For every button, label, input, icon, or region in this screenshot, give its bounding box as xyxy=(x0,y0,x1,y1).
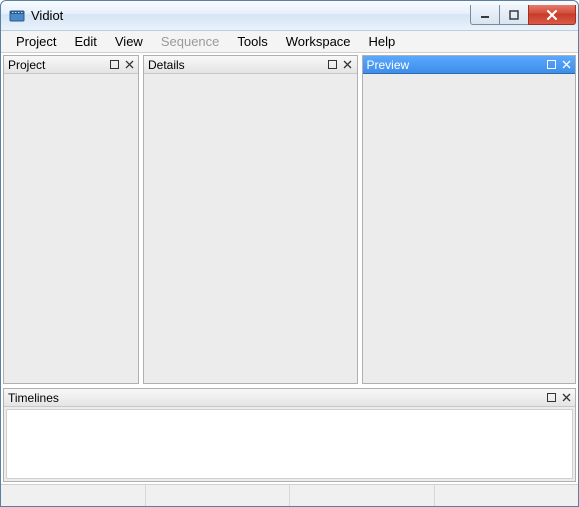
status-cell xyxy=(1,485,145,506)
statusbar xyxy=(1,484,578,506)
project-panel-title: Project xyxy=(8,58,106,72)
close-panel-icon[interactable] xyxy=(559,391,573,405)
workspace: Project Details Preview xyxy=(1,53,578,484)
details-panel-title: Details xyxy=(148,58,325,72)
details-panel-body xyxy=(144,74,357,383)
details-panel: Details xyxy=(143,55,358,384)
preview-panel-body xyxy=(363,74,576,383)
status-cell xyxy=(145,485,290,506)
menu-help[interactable]: Help xyxy=(360,32,405,51)
preview-panel: Preview xyxy=(362,55,577,384)
app-icon xyxy=(9,8,25,24)
window-controls xyxy=(471,5,576,25)
status-cell xyxy=(289,485,434,506)
project-panel-header[interactable]: Project xyxy=(4,56,138,74)
menu-view[interactable]: View xyxy=(106,32,152,51)
menu-tools[interactable]: Tools xyxy=(228,32,276,51)
maximize-panel-icon[interactable] xyxy=(326,58,340,72)
status-cell xyxy=(434,485,579,506)
menu-project[interactable]: Project xyxy=(7,32,65,51)
project-panel-body xyxy=(4,74,138,383)
preview-panel-header[interactable]: Preview xyxy=(363,56,576,74)
close-panel-icon[interactable] xyxy=(341,58,355,72)
preview-panel-title: Preview xyxy=(367,58,544,72)
timelines-panel: Timelines xyxy=(3,388,576,482)
project-panel: Project xyxy=(3,55,139,384)
menu-workspace[interactable]: Workspace xyxy=(277,32,360,51)
app-window: Vidiot Project Edit View Sequence Tools … xyxy=(0,0,579,507)
top-panel-row: Project Details Preview xyxy=(3,55,576,384)
menubar: Project Edit View Sequence Tools Workspa… xyxy=(1,31,578,53)
close-button[interactable] xyxy=(528,5,576,25)
maximize-panel-icon[interactable] xyxy=(544,58,558,72)
titlebar[interactable]: Vidiot xyxy=(1,1,578,31)
menu-sequence: Sequence xyxy=(152,32,229,51)
maximize-button[interactable] xyxy=(499,5,529,25)
details-panel-header[interactable]: Details xyxy=(144,56,357,74)
window-title: Vidiot xyxy=(31,8,63,23)
minimize-button[interactable] xyxy=(470,5,500,25)
menu-edit[interactable]: Edit xyxy=(65,32,105,51)
maximize-panel-icon[interactable] xyxy=(107,58,121,72)
close-panel-icon[interactable] xyxy=(122,58,136,72)
timelines-panel-header[interactable]: Timelines xyxy=(4,389,575,407)
timelines-panel-title: Timelines xyxy=(8,391,543,405)
timelines-panel-body[interactable] xyxy=(6,409,573,479)
close-panel-icon[interactable] xyxy=(559,58,573,72)
maximize-panel-icon[interactable] xyxy=(544,391,558,405)
